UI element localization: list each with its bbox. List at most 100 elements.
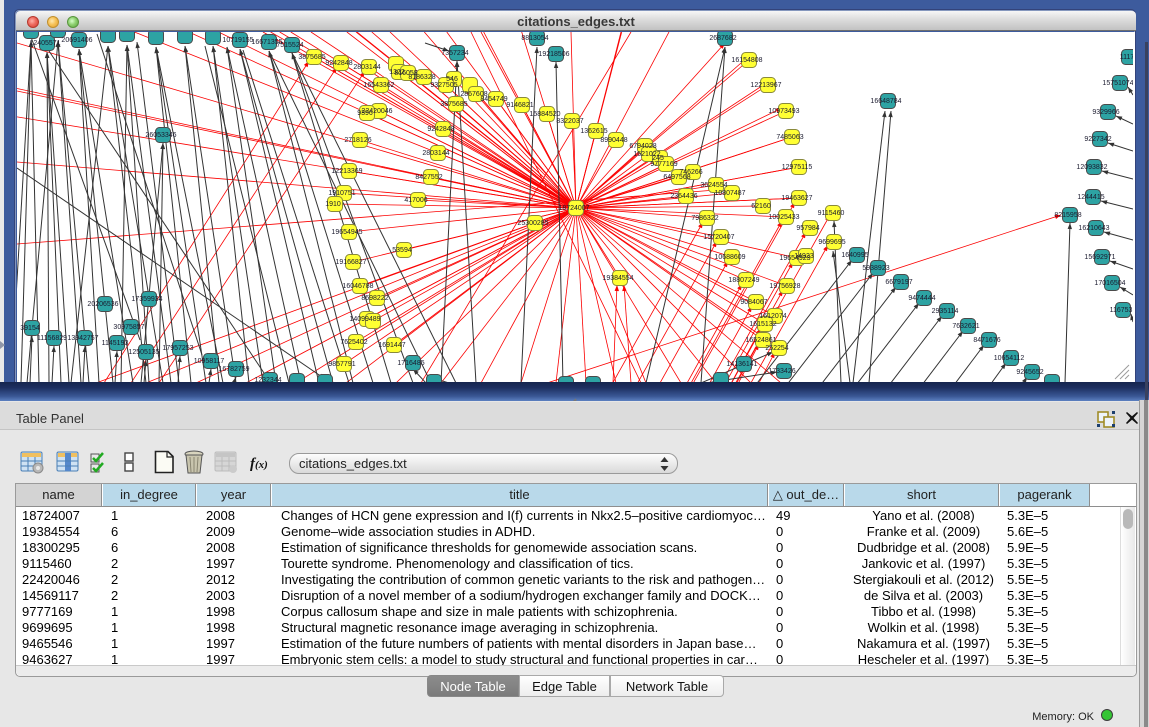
svg-text:9242848: 9242848 [427, 126, 454, 133]
svg-text:15692971: 15692971 [1084, 254, 1115, 261]
svg-text:8322037: 8322037 [556, 118, 583, 125]
svg-text:19756928: 19756928 [769, 283, 800, 290]
svg-text:(x): (x) [255, 459, 268, 471]
svg-text:1145193: 1145193 [102, 340, 129, 347]
svg-text:17016504: 17016504 [1094, 280, 1125, 287]
svg-text:2803144: 2803144 [422, 150, 449, 157]
svg-text:10025433: 10025433 [768, 214, 799, 221]
svg-text:11156829: 11156829 [37, 335, 67, 342]
svg-text:8698222: 8698222 [361, 295, 388, 302]
svg-text:9777169: 9777169 [650, 161, 677, 168]
svg-text:1362615: 1362615 [580, 128, 607, 135]
svg-text:16046788: 16046788 [342, 283, 373, 290]
svg-text:10973493: 10973493 [768, 108, 799, 115]
svg-text:8990448: 8990448 [600, 137, 627, 144]
svg-text:6794028: 6794028 [629, 143, 656, 150]
svg-text:957984: 957984 [796, 225, 819, 232]
svg-text:19463627: 19463627 [781, 195, 812, 202]
svg-text:9327505: 9327505 [430, 82, 457, 89]
svg-text:9474444: 9474444 [908, 295, 935, 302]
svg-text:20691406: 20691406 [61, 37, 92, 44]
svg-text:252254: 252254 [765, 345, 788, 352]
svg-text:13942757: 13942757 [67, 335, 98, 342]
svg-text:1733426: 1733426 [768, 368, 795, 375]
svg-text:16154808: 16154808 [731, 57, 762, 64]
svg-text:15751074: 15751074 [1102, 80, 1133, 87]
svg-text:10958117: 10958117 [194, 358, 225, 365]
svg-text:16210643: 16210643 [1078, 225, 1109, 232]
svg-text:14099489: 14099489 [349, 316, 380, 323]
svg-text:18807249: 18807249 [728, 277, 759, 284]
svg-text:19218506: 19218506 [538, 51, 569, 58]
svg-text:2687682: 2687682 [709, 35, 736, 42]
svg-text:8215958: 8215958 [1054, 212, 1081, 219]
svg-text:9245652: 9245652 [1016, 369, 1043, 376]
svg-text:10719155: 10719155 [222, 37, 253, 44]
svg-text:10654112: 10654112 [994, 355, 1025, 362]
svg-text:62160: 62160 [751, 203, 771, 210]
svg-text:6679197: 6679197 [885, 279, 912, 286]
svg-text:7632621: 7632621 [952, 323, 979, 330]
svg-text:9146821: 9146821 [506, 102, 533, 109]
svg-text:16543362: 16543362 [363, 82, 394, 89]
svg-text:1244415: 1244415 [1077, 194, 1104, 201]
svg-text:17359934: 17359934 [131, 296, 162, 303]
svg-text:9396: 9396 [357, 110, 373, 117]
svg-text:16782759: 16782759 [218, 366, 249, 373]
svg-text:9242848: 9242848 [325, 60, 352, 67]
svg-text:39154: 39154 [20, 325, 40, 332]
svg-text:1615132: 1615132 [749, 321, 776, 328]
svg-text:20206536: 20206536 [87, 301, 118, 308]
svg-text:1117: 1117 [1120, 54, 1133, 61]
svg-text:19166827: 19166827 [335, 259, 366, 266]
svg-text:8813054: 8813054 [521, 35, 548, 42]
svg-text:7625402: 7625402 [340, 339, 367, 346]
svg-text:1910751: 1910751 [328, 190, 355, 197]
svg-text:9329966: 9329966 [1092, 109, 1119, 116]
svg-text:1640995: 1640995 [841, 252, 868, 259]
svg-text:3875685: 3875685 [298, 54, 325, 61]
svg-text:8471676: 8471676 [973, 337, 1000, 344]
svg-text:12505135: 12505135 [128, 349, 159, 356]
svg-text:19654945: 19654945 [331, 229, 362, 236]
svg-text:10807487: 10807487 [714, 190, 745, 197]
svg-text:1910: 1910 [325, 201, 341, 208]
svg-text:12213369: 12213369 [331, 168, 362, 175]
svg-text:9699695: 9699695 [818, 239, 845, 246]
svg-text:12405571: 12405571 [29, 40, 60, 47]
svg-text:2935114: 2935114 [932, 308, 959, 315]
svg-text:12213967: 12213967 [750, 82, 781, 89]
svg-text:7986322: 7986322 [691, 215, 718, 222]
svg-text:53594: 53594 [392, 247, 412, 254]
svg-text:8186328: 8186328 [408, 74, 435, 81]
svg-text:30975857: 30975857 [113, 324, 144, 331]
svg-text:9857791: 9857791 [328, 361, 355, 368]
svg-text:9084067: 9084067 [740, 299, 767, 306]
svg-text:9115460: 9115460 [818, 210, 845, 217]
svg-text:2364436: 2364436 [670, 193, 697, 200]
svg-text:10688609: 10688609 [714, 254, 745, 261]
svg-text:15884520: 15884520 [529, 111, 560, 118]
svg-text:7485063: 7485063 [776, 134, 803, 141]
svg-text:16648784: 16648784 [870, 98, 901, 105]
svg-text:2803144: 2803144 [353, 64, 380, 71]
svg-text:5938923: 5938923 [862, 265, 889, 272]
svg-text:16524861: 16524861 [745, 337, 776, 344]
svg-text:8454749: 8454749 [480, 96, 507, 103]
svg-text:12093832: 12093832 [1076, 164, 1107, 171]
svg-text:25300285: 25300285 [517, 220, 548, 227]
svg-text:1612074: 1612074 [759, 313, 786, 320]
svg-text:417006: 417006 [404, 197, 427, 204]
svg-text:14923: 14923 [794, 253, 814, 260]
svg-text:3624554: 3624554 [700, 182, 727, 189]
svg-text:15720407: 15720407 [703, 234, 734, 241]
svg-text:1691447: 1691447 [378, 342, 405, 349]
svg-text:7357234: 7357234 [441, 50, 468, 57]
svg-text:9227342: 9227342 [1084, 136, 1111, 143]
svg-text:116753: 116753 [1110, 307, 1133, 314]
svg-text:7515524: 7515524 [276, 42, 303, 49]
svg-text:19384554: 19384554 [602, 275, 633, 282]
svg-text:12975115: 12975115 [782, 164, 813, 171]
svg-text:14136141: 14136141 [726, 361, 757, 368]
svg-text:2718126: 2718126 [344, 137, 371, 144]
